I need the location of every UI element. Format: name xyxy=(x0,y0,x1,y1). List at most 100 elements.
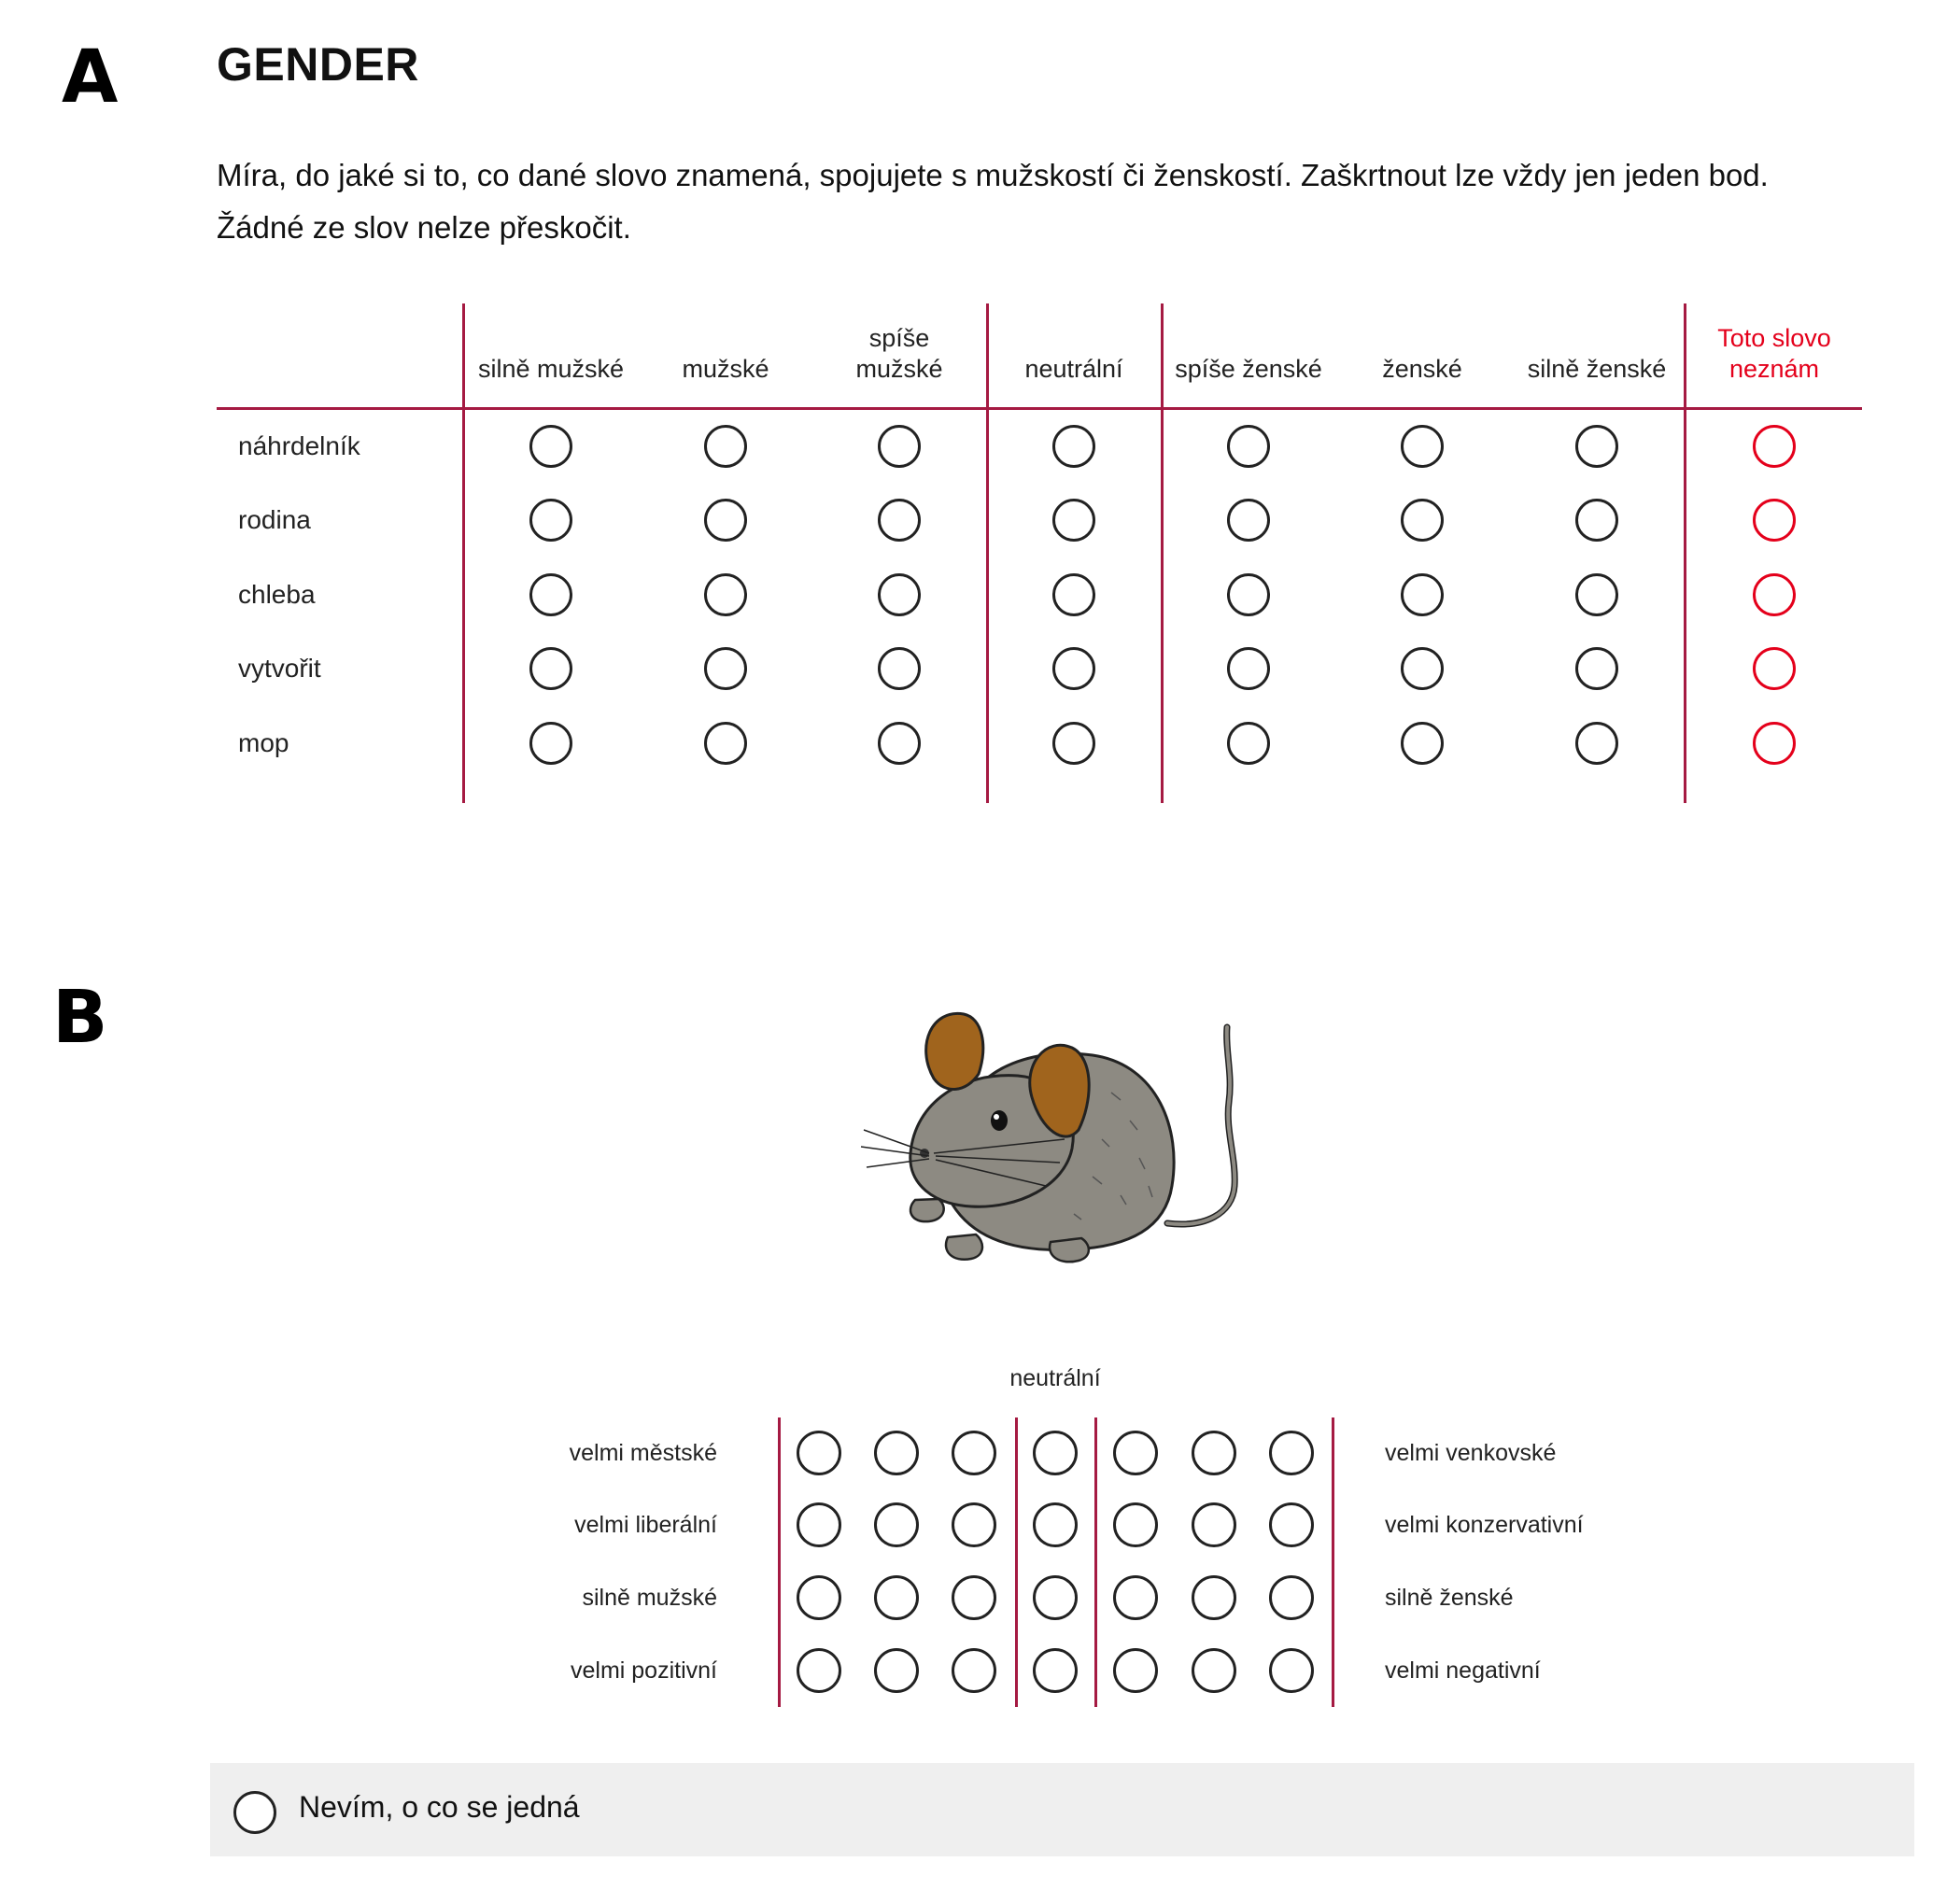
scale-radio[interactable] xyxy=(1269,1431,1314,1475)
rating-radio[interactable] xyxy=(1052,499,1095,542)
rating-radio[interactable] xyxy=(878,722,921,765)
scale-radio[interactable] xyxy=(1192,1431,1236,1475)
scale-left-label: velmi městské xyxy=(569,1440,717,1466)
rating-radio[interactable] xyxy=(1227,647,1270,690)
column-divider xyxy=(1684,303,1686,803)
rating-radio[interactable] xyxy=(1227,573,1270,616)
rating-radio[interactable] xyxy=(1753,425,1796,468)
scale-radio[interactable] xyxy=(874,1431,919,1475)
rating-radio[interactable] xyxy=(1753,499,1796,542)
rating-radio[interactable] xyxy=(704,573,747,616)
column-header-line1 xyxy=(1508,323,1686,354)
scale-radio[interactable] xyxy=(1113,1502,1158,1547)
scale-left-label: velmi pozitivní xyxy=(571,1657,717,1684)
scale-right-label: silně ženské xyxy=(1385,1585,1514,1611)
rating-radio[interactable] xyxy=(1575,573,1618,616)
scale-divider xyxy=(1332,1417,1334,1707)
column-header-line2: neutrální xyxy=(1024,355,1123,383)
rating-radio[interactable] xyxy=(529,573,572,616)
scale-right-label: velmi konzervativní xyxy=(1385,1512,1584,1538)
rating-radio[interactable] xyxy=(704,499,747,542)
rating-radio[interactable] xyxy=(704,647,747,690)
column-header-4: neutrální xyxy=(985,323,1163,385)
scale-radio[interactable] xyxy=(797,1502,841,1547)
scale-radio[interactable] xyxy=(1269,1648,1314,1693)
page-title: GENDER xyxy=(217,38,419,91)
column-header-line2: mužské xyxy=(682,355,769,383)
scale-radio[interactable] xyxy=(1033,1575,1078,1620)
survey-panel-a xyxy=(173,0,1905,803)
rating-radio[interactable] xyxy=(1052,425,1095,468)
scale-radio[interactable] xyxy=(797,1575,841,1620)
scale-radio[interactable] xyxy=(874,1502,919,1547)
scale-divider xyxy=(1094,1417,1097,1707)
column-header-line1 xyxy=(462,323,640,354)
scale-radio[interactable] xyxy=(874,1648,919,1693)
rating-radio[interactable] xyxy=(1575,722,1618,765)
rating-radio[interactable] xyxy=(1575,425,1618,468)
scale-right-label: velmi negativní xyxy=(1385,1657,1541,1684)
scale-radio[interactable] xyxy=(1269,1502,1314,1547)
rating-radio[interactable] xyxy=(1401,499,1444,542)
rating-radio[interactable] xyxy=(1401,722,1444,765)
row-label: rodina xyxy=(238,505,311,534)
rating-radio[interactable] xyxy=(878,425,921,468)
rating-radio[interactable] xyxy=(1227,722,1270,765)
rating-radio[interactable] xyxy=(1401,647,1444,690)
dont-know-radio[interactable] xyxy=(233,1791,276,1834)
rating-radio[interactable] xyxy=(878,499,921,542)
rating-radio[interactable] xyxy=(1575,647,1618,690)
rating-radio[interactable] xyxy=(1753,573,1796,616)
rating-radio[interactable] xyxy=(529,499,572,542)
rating-radio[interactable] xyxy=(704,425,747,468)
scale-radio[interactable] xyxy=(797,1431,841,1475)
scale-radio[interactable] xyxy=(952,1575,996,1620)
scale-radio[interactable] xyxy=(952,1431,996,1475)
column-header-line1 xyxy=(1333,323,1511,354)
scale-radio[interactable] xyxy=(1192,1648,1236,1693)
column-header-5: spíše ženské xyxy=(1160,323,1337,385)
panel-letter-b: B xyxy=(52,976,108,1060)
scale-radio[interactable] xyxy=(1269,1575,1314,1620)
rating-radio[interactable] xyxy=(878,647,921,690)
neutral-label: neutrální xyxy=(1009,1365,1101,1391)
scale-radio[interactable] xyxy=(952,1502,996,1547)
rating-radio[interactable] xyxy=(1052,647,1095,690)
column-header-1: silně mužské xyxy=(462,323,640,385)
rating-radio[interactable] xyxy=(1227,499,1270,542)
rating-radio[interactable] xyxy=(878,573,921,616)
rating-radio[interactable] xyxy=(1227,425,1270,468)
rating-radio[interactable] xyxy=(529,647,572,690)
column-header-line2: ženské xyxy=(1382,355,1462,383)
column-header-line1 xyxy=(637,323,814,354)
scale-right-label: velmi venkovské xyxy=(1385,1440,1557,1466)
rating-radio[interactable] xyxy=(1052,722,1095,765)
rating-radio[interactable] xyxy=(1575,499,1618,542)
scale-radio[interactable] xyxy=(1033,1502,1078,1547)
rating-radio[interactable] xyxy=(1753,722,1796,765)
rating-radio[interactable] xyxy=(1401,573,1444,616)
scale-radio[interactable] xyxy=(1033,1648,1078,1693)
column-header-line1 xyxy=(1160,323,1337,354)
mouse-illustration xyxy=(860,1011,1238,1263)
scale-radio[interactable] xyxy=(1192,1575,1236,1620)
rating-radio[interactable] xyxy=(1401,425,1444,468)
scale-radio[interactable] xyxy=(874,1575,919,1620)
scale-radio[interactable] xyxy=(1113,1431,1158,1475)
scale-radio[interactable] xyxy=(1192,1502,1236,1547)
column-header-line2: silně ženské xyxy=(1527,355,1667,383)
rating-radio[interactable] xyxy=(529,425,572,468)
scale-radio[interactable] xyxy=(797,1648,841,1693)
scale-radio[interactable] xyxy=(1033,1431,1078,1475)
scale-radio[interactable] xyxy=(1113,1575,1158,1620)
rating-radio[interactable] xyxy=(704,722,747,765)
column-header-line1: spíše xyxy=(868,324,930,352)
rating-radio[interactable] xyxy=(1052,573,1095,616)
row-label: mop xyxy=(238,728,289,757)
rating-radio[interactable] xyxy=(1753,647,1796,690)
rating-radio[interactable] xyxy=(529,722,572,765)
column-header-8: Toto slovo neznám xyxy=(1686,323,1863,385)
row-label: náhrdelník xyxy=(238,431,360,460)
scale-radio[interactable] xyxy=(952,1648,996,1693)
scale-radio[interactable] xyxy=(1113,1648,1158,1693)
